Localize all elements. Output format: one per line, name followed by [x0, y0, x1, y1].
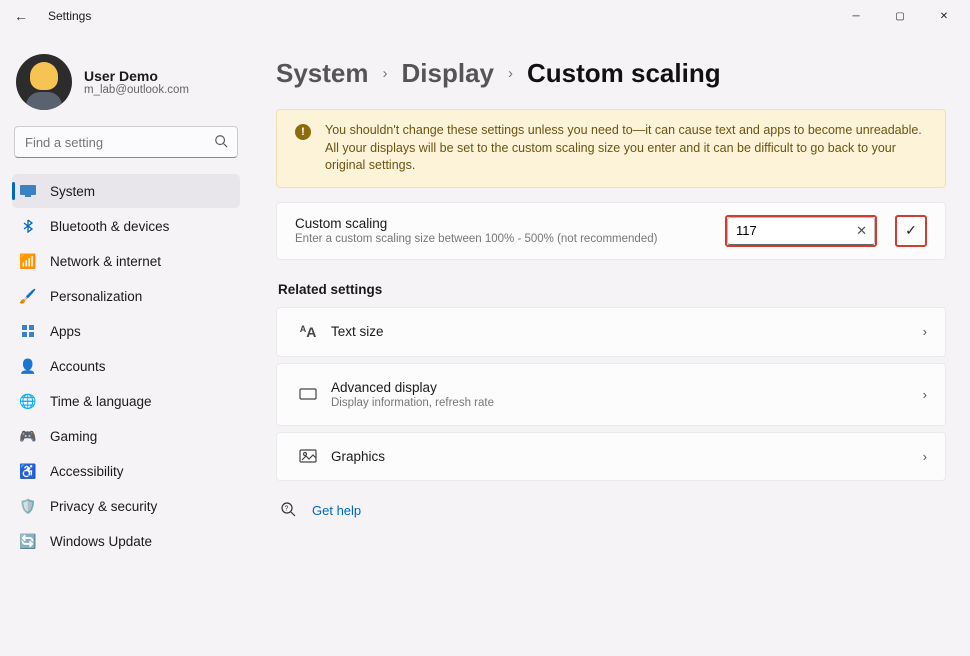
apps-icon [20, 323, 36, 339]
get-help-row[interactable]: ? Get help [280, 501, 946, 521]
gaming-icon: 🎮 [20, 428, 36, 444]
sidebar-item-label: Accessibility [50, 464, 124, 479]
warning-text: You shouldn't change these settings unle… [325, 122, 927, 175]
system-icon [20, 183, 36, 199]
related-settings-header: Related settings [278, 282, 946, 297]
sidebar-item-accessibility[interactable]: ♿ Accessibility [12, 454, 240, 488]
sidebar-item-privacy-security[interactable]: 🛡️ Privacy & security [12, 489, 240, 523]
network-internet-icon: 📶 [20, 253, 36, 269]
sidebar-item-label: Personalization [50, 289, 142, 304]
chevron-right-icon: › [923, 449, 927, 464]
row-title: Text size [331, 324, 923, 339]
back-button[interactable]: ← [14, 8, 38, 24]
breadcrumb: System › Display › Custom scaling [276, 58, 946, 89]
sidebar-item-bluetooth-devices[interactable]: Bluetooth & devices [12, 209, 240, 243]
chevron-right-icon: › [923, 324, 927, 339]
nav-list: System Bluetooth & devices 📶 Network & inte… [12, 174, 240, 558]
accessibility-icon: ♿ [20, 463, 36, 479]
titlebar: ← Settings ─ ▢ ✕ [0, 0, 970, 32]
search-input[interactable] [14, 126, 238, 158]
sidebar-item-time-language[interactable]: 🌐 Time & language [12, 384, 240, 418]
sidebar-item-network-internet[interactable]: 📶 Network & internet [12, 244, 240, 278]
maximize-button[interactable]: ▢ [878, 1, 922, 31]
row-title: Graphics [331, 449, 923, 464]
clear-input-icon[interactable]: ✕ [856, 223, 867, 239]
main-content: System › Display › Custom scaling ! You … [248, 32, 970, 656]
breadcrumb-display[interactable]: Display [402, 58, 495, 89]
chevron-right-icon: › [923, 387, 927, 402]
custom-scaling-subtitle: Enter a custom scaling size between 100%… [295, 233, 715, 245]
sidebar-item-personalization[interactable]: 🖌️ Personalization [12, 279, 240, 313]
row-icon [295, 449, 321, 463]
accounts-icon: 👤 [20, 358, 36, 374]
close-button[interactable]: ✕ [922, 1, 966, 31]
breadcrumb-current: Custom scaling [527, 58, 721, 89]
row-subtitle: Display information, refresh rate [331, 397, 923, 409]
scaling-value-input[interactable] [727, 217, 875, 245]
row-icon: AA [295, 324, 321, 340]
related-text-size[interactable]: AA Text size› [276, 307, 946, 357]
row-icon [295, 388, 321, 400]
minimize-button[interactable]: ─ [834, 1, 878, 31]
privacy-security-icon: 🛡️ [20, 498, 36, 514]
avatar [16, 54, 72, 110]
windows-update-icon: 🔄 [20, 533, 36, 549]
related-advanced-display[interactable]: Advanced display Display information, ref… [276, 363, 946, 426]
apply-scaling-button[interactable]: ✓ [895, 215, 927, 247]
sidebar-item-gaming[interactable]: 🎮 Gaming [12, 419, 240, 453]
chevron-right-icon: › [508, 65, 513, 82]
breadcrumb-system[interactable]: System [276, 58, 369, 89]
custom-scaling-title: Custom scaling [295, 216, 715, 231]
sidebar: User Demo m_lab@outlook.com System Blueto… [0, 32, 248, 656]
personalization-icon: 🖌️ [20, 288, 36, 304]
time-language-icon: 🌐 [20, 393, 36, 409]
check-icon: ✓ [905, 222, 917, 239]
chevron-right-icon: › [383, 65, 388, 82]
sidebar-item-label: System [50, 184, 95, 199]
window-title: Settings [48, 9, 91, 23]
profile-email: m_lab@outlook.com [84, 84, 189, 96]
sidebar-item-system[interactable]: System [12, 174, 240, 208]
sidebar-item-apps[interactable]: Apps [12, 314, 240, 348]
search-icon [214, 134, 228, 151]
get-help-link[interactable]: Get help [312, 503, 361, 518]
help-icon: ? [280, 501, 296, 521]
sidebar-item-label: Bluetooth & devices [50, 219, 169, 234]
sidebar-item-label: Privacy & security [50, 499, 157, 514]
sidebar-item-label: Windows Update [50, 534, 152, 549]
warning-banner: ! You shouldn't change these settings un… [276, 109, 946, 188]
sidebar-item-label: Network & internet [50, 254, 161, 269]
sidebar-item-label: Apps [50, 324, 81, 339]
warning-icon: ! [295, 124, 311, 140]
sidebar-item-windows-update[interactable]: 🔄 Windows Update [12, 524, 240, 558]
sidebar-item-label: Gaming [50, 429, 97, 444]
related-graphics[interactable]: Graphics› [276, 432, 946, 481]
sidebar-item-label: Accounts [50, 359, 106, 374]
profile-name: User Demo [84, 68, 189, 84]
sidebar-item-label: Time & language [50, 394, 152, 409]
bluetooth-devices-icon [20, 218, 36, 234]
svg-text:?: ? [285, 505, 289, 512]
profile-block[interactable]: User Demo m_lab@outlook.com [12, 44, 240, 126]
sidebar-item-accounts[interactable]: 👤 Accounts [12, 349, 240, 383]
scaling-input-highlight: ✕ [725, 215, 877, 247]
custom-scaling-row: Custom scaling Enter a custom scaling si… [277, 203, 945, 259]
row-title: Advanced display [331, 380, 923, 395]
